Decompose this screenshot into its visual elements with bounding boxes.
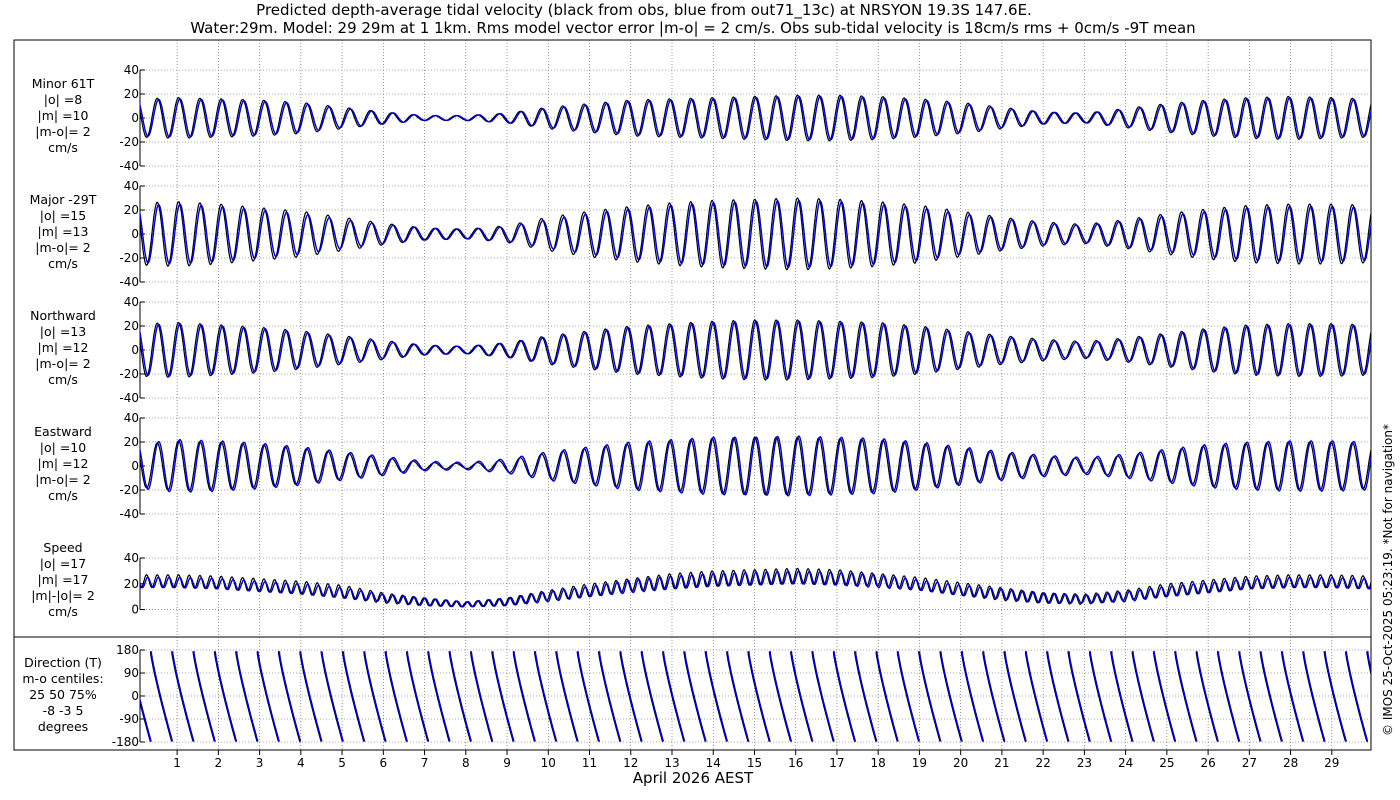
minor-label-line-3: |m| =10 [38, 108, 89, 123]
eastward-label-line-4: |m-o|= 2 [35, 472, 90, 487]
eastward-y-tick-label-40: 40 [124, 411, 139, 425]
speed-label-line-2: |o| =17 [40, 556, 86, 571]
eastward-y-tick-label--20: -20 [119, 483, 139, 497]
x-tick-label-21: 21 [994, 756, 1009, 770]
x-tick-label-19: 19 [912, 756, 927, 770]
northward-y-tick-label--20: -20 [119, 367, 139, 381]
x-tick-label-16: 16 [788, 756, 803, 770]
direction-y-tick-label-0: 0 [131, 689, 139, 703]
major-y-tick-label--20: -20 [119, 251, 139, 265]
tidal-velocity-figure: Predicted depth-average tidal velocity (… [0, 0, 1400, 800]
x-tick-label-10: 10 [541, 756, 556, 770]
x-tick-label-20: 20 [953, 756, 968, 770]
minor-y-tick-label--20: -20 [119, 135, 139, 149]
speed-label-line-3: |m| =17 [38, 572, 89, 587]
x-tick-label-23: 23 [1077, 756, 1092, 770]
direction-label-line-2: m-o centiles: [22, 671, 103, 686]
x-tick-label-4: 4 [297, 756, 305, 770]
northward-y-tick-label--40: -40 [119, 391, 139, 405]
x-tick-label-22: 22 [1036, 756, 1051, 770]
eastward-label-line-3: |m| =12 [38, 456, 89, 471]
eastward-y-tick-label--40: -40 [119, 507, 139, 521]
eastward-y-tick-label-0: 0 [131, 459, 139, 473]
direction-label-line-4: -8 -3 5 [43, 703, 84, 718]
x-tick-label-29: 29 [1324, 756, 1339, 770]
speed-y-tick-label-0: 0 [131, 603, 139, 617]
chart-title-line-2: Water:29m. Model: 29 29m at 1 1km. Rms m… [190, 19, 1195, 37]
northward-label-line-5: cm/s [48, 372, 78, 387]
x-tick-label-2: 2 [215, 756, 223, 770]
minor-y-tick-label-20: 20 [124, 87, 139, 101]
direction-label-line-1: Direction (T) [24, 655, 102, 670]
northward-y-tick-label-40: 40 [124, 295, 139, 309]
chart-title-line-1: Predicted depth-average tidal velocity (… [256, 1, 1032, 20]
x-tick-label-12: 12 [623, 756, 638, 770]
major-y-tick-label-20: 20 [124, 203, 139, 217]
minor-label-line-4: |m-o|= 2 [35, 124, 90, 139]
eastward-label-line-1: Eastward [34, 424, 92, 439]
x-tick-label-18: 18 [871, 756, 886, 770]
x-tick-label-24: 24 [1118, 756, 1133, 770]
major-y-tick-label-40: 40 [124, 179, 139, 193]
minor-label-line-1: Minor 61T [32, 76, 95, 91]
major-label-line-2: |o| =15 [40, 208, 86, 223]
x-tick-label-11: 11 [582, 756, 597, 770]
x-tick-label-26: 26 [1200, 756, 1215, 770]
northward-label-line-4: |m-o|= 2 [35, 356, 90, 371]
x-tick-label-1: 1 [173, 756, 181, 770]
direction-y-tick-label--180: -180 [112, 735, 139, 749]
figure-background [0, 0, 1400, 800]
speed-y-tick-label-40: 40 [124, 551, 139, 565]
copyright-notice: © IMOS 25-Oct-2025 05:23:19. *Not for na… [1381, 424, 1395, 736]
x-tick-label-27: 27 [1242, 756, 1257, 770]
major-label-line-3: |m| =13 [38, 224, 89, 239]
x-tick-label-9: 9 [503, 756, 511, 770]
northward-label-line-2: |o| =13 [40, 324, 86, 339]
speed-y-tick-label-20: 20 [124, 577, 139, 591]
x-tick-label-28: 28 [1283, 756, 1298, 770]
major-label-line-5: cm/s [48, 256, 78, 271]
x-tick-label-6: 6 [379, 756, 387, 770]
x-tick-label-13: 13 [664, 756, 679, 770]
eastward-label-line-5: cm/s [48, 488, 78, 503]
x-axis-label: April 2026 AEST [633, 769, 754, 787]
speed-label-line-1: Speed [43, 540, 82, 555]
x-tick-label-5: 5 [338, 756, 346, 770]
x-tick-label-7: 7 [421, 756, 429, 770]
x-tick-label-17: 17 [829, 756, 844, 770]
direction-label-line-5: degrees [38, 719, 88, 734]
northward-y-tick-label-20: 20 [124, 319, 139, 333]
speed-label-line-5: cm/s [48, 604, 78, 619]
direction-label-line-3: 25 50 75% [29, 687, 97, 702]
minor-y-tick-label-0: 0 [131, 111, 139, 125]
minor-label-line-5: cm/s [48, 140, 78, 155]
minor-label-line-2: |o| =8 [44, 92, 83, 107]
direction-y-tick-label-180: 180 [116, 643, 139, 657]
x-tick-label-3: 3 [256, 756, 264, 770]
northward-label-line-1: Northward [30, 308, 96, 323]
x-tick-label-8: 8 [462, 756, 470, 770]
major-y-tick-label--40: -40 [119, 275, 139, 289]
major-label-line-4: |m-o|= 2 [35, 240, 90, 255]
eastward-label-line-2: |o| =10 [40, 440, 86, 455]
northward-y-tick-label-0: 0 [131, 343, 139, 357]
x-tick-label-14: 14 [706, 756, 721, 770]
x-tick-label-15: 15 [747, 756, 762, 770]
minor-y-tick-label--40: -40 [119, 159, 139, 173]
direction-y-tick-label-90: 90 [124, 666, 139, 680]
minor-y-tick-label-40: 40 [124, 63, 139, 77]
major-y-tick-label-0: 0 [131, 227, 139, 241]
direction-y-tick-label--90: -90 [119, 712, 139, 726]
northward-label-line-3: |m| =12 [38, 340, 89, 355]
speed-label-line-4: |m|-|o|= 2 [31, 588, 95, 603]
major-label-line-1: Major -29T [30, 192, 97, 207]
eastward-y-tick-label-20: 20 [124, 435, 139, 449]
x-tick-label-25: 25 [1159, 756, 1174, 770]
